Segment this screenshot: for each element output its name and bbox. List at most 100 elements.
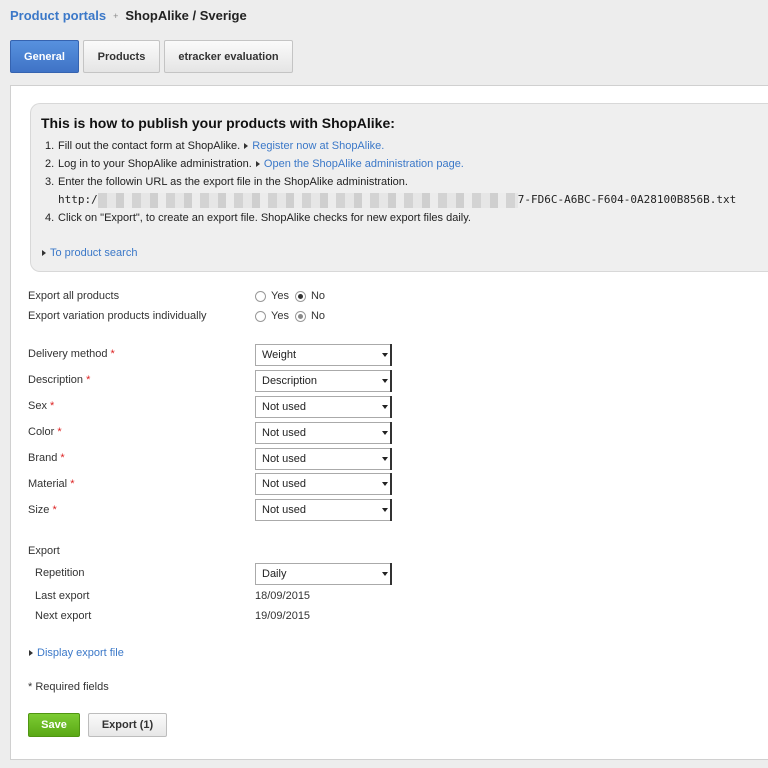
- radio-label: Yes: [271, 290, 289, 302]
- step-number: 2.: [45, 158, 55, 170]
- select-value: Not used: [262, 453, 307, 465]
- save-button[interactable]: Save: [28, 713, 80, 737]
- brand-label: Brand: [28, 452, 58, 464]
- required-mark: *: [86, 374, 91, 386]
- brand-row: Brand *: [28, 452, 65, 464]
- url-redacted: [97, 192, 518, 208]
- export-button[interactable]: Export (1): [88, 713, 167, 737]
- tab-etracker-evaluation[interactable]: etracker evaluation: [164, 40, 293, 73]
- tab-bar: General Products etracker evaluation: [10, 40, 297, 73]
- variation-no[interactable]: No: [294, 310, 326, 322]
- sex-label: Sex: [28, 400, 47, 412]
- select-value: Not used: [262, 478, 307, 490]
- url-suffix: 7-FD6C-A6BC-F604-0A28100B856B.txt: [517, 193, 737, 206]
- step-1: 1. Fill out the contact form at ShopAlike…: [45, 137, 736, 155]
- step-text: Enter the followin URL as the export fil…: [58, 176, 408, 188]
- required-mark: *: [50, 400, 55, 412]
- tab-products[interactable]: Products: [83, 40, 160, 73]
- export-all-yes[interactable]: Yes: [255, 290, 289, 302]
- step-number: 4.: [45, 212, 55, 224]
- size-label: Size: [28, 504, 50, 516]
- radio-icon[interactable]: [255, 290, 266, 302]
- display-export-row: Display export file: [28, 647, 124, 659]
- step-4: 4. Click on "Export", to create an export…: [45, 209, 736, 227]
- export-url: http:/ 7-FD6C-A6BC-F604-0A28100B856B.txt: [45, 191, 736, 209]
- select-value: Not used: [262, 427, 307, 439]
- arrow-right-icon: [244, 142, 249, 149]
- url-prefix: http:/: [58, 193, 98, 206]
- required-note: * Required fields: [28, 681, 109, 693]
- breadcrumb: Product portals + ShopAlike / Sverige: [10, 8, 247, 23]
- size-select[interactable]: Not used: [255, 499, 392, 521]
- delivery-method-row: Delivery method *: [28, 348, 115, 360]
- step-text: Log in to your ShopAlike administration.: [58, 158, 252, 170]
- radio-selected-icon[interactable]: [294, 290, 306, 302]
- chevron-down-icon: [382, 431, 388, 435]
- step-number: 3.: [45, 176, 55, 188]
- radio-label: No: [310, 310, 326, 322]
- variation-yes[interactable]: Yes: [255, 310, 289, 322]
- instructions-steps: 1. Fill out the contact form at ShopAlike…: [45, 137, 736, 227]
- last-export-value: 18/09/2015: [255, 590, 311, 602]
- material-label: Material: [28, 478, 68, 490]
- chevron-down-icon: [382, 508, 388, 512]
- export-heading: Export: [28, 545, 60, 557]
- delivery-method-select[interactable]: Weight: [255, 344, 392, 366]
- step-text: Click on "Export", to create an export f…: [58, 212, 471, 224]
- export-all-no[interactable]: No: [294, 290, 326, 302]
- chevron-down-icon: [382, 379, 388, 383]
- required-mark: *: [52, 504, 57, 516]
- material-row: Material *: [28, 478, 74, 490]
- chevron-down-icon: [382, 405, 388, 409]
- required-mark: *: [60, 452, 65, 464]
- breadcrumb-current: ShopAlike / Sverige: [125, 8, 247, 23]
- required-mark: *: [70, 478, 75, 490]
- next-export-value: 19/09/2015: [255, 610, 311, 622]
- settings-panel: This is how to publish your products wit…: [10, 85, 768, 760]
- chevron-down-icon: [382, 353, 388, 357]
- breadcrumb-product-portals[interactable]: Product portals: [10, 8, 106, 23]
- publish-instructions: This is how to publish your products wit…: [30, 103, 768, 272]
- brand-select[interactable]: Not used: [255, 448, 392, 470]
- radio-icon[interactable]: [255, 310, 266, 322]
- required-mark: *: [57, 426, 62, 438]
- size-row: Size *: [28, 504, 57, 516]
- select-value: Daily: [262, 568, 287, 580]
- description-select[interactable]: Description: [255, 370, 392, 392]
- export-all-row: Export all products Yes No: [28, 290, 331, 302]
- step-2: 2. Log in to your ShopAlike administratio…: [45, 155, 736, 173]
- variation-row: Export variation products individually Y…: [28, 310, 331, 322]
- last-export-label: Last export: [35, 590, 90, 602]
- color-label: Color: [28, 426, 55, 438]
- select-value: Description: [262, 375, 318, 387]
- tab-general[interactable]: General: [10, 40, 79, 73]
- instructions-title: This is how to publish your products wit…: [41, 115, 395, 131]
- breadcrumb-separator: +: [113, 10, 119, 21]
- arrow-right-icon: [42, 249, 46, 256]
- variation-label: Export variation products individually: [28, 310, 207, 322]
- material-select[interactable]: Not used: [255, 473, 392, 495]
- radio-label: Yes: [271, 310, 289, 322]
- chevron-down-icon: [382, 482, 388, 486]
- admin-page-link[interactable]: Open the ShopAlike administration page.: [264, 158, 464, 170]
- color-row: Color *: [28, 426, 62, 438]
- description-row: Description *: [28, 374, 90, 386]
- step-number: 1.: [45, 140, 55, 152]
- product-search-link[interactable]: To product search: [50, 247, 137, 259]
- register-link[interactable]: Register now at ShopAlike.: [252, 140, 384, 152]
- step-3: 3. Enter the followin URL as the export f…: [45, 173, 736, 191]
- radio-selected-icon[interactable]: [294, 310, 306, 322]
- display-export-link[interactable]: Display export file: [37, 647, 124, 659]
- chevron-down-icon: [382, 457, 388, 461]
- arrow-right-icon: [255, 160, 260, 167]
- chevron-down-icon: [382, 572, 388, 576]
- step-text: Fill out the contact form at ShopAlike.: [58, 140, 241, 152]
- radio-label: No: [310, 290, 326, 302]
- next-export-label: Next export: [35, 610, 92, 622]
- color-select[interactable]: Not used: [255, 422, 392, 444]
- delivery-method-label: Delivery method: [28, 348, 108, 360]
- sex-select[interactable]: Not used: [255, 396, 392, 418]
- repetition-select[interactable]: Daily: [255, 563, 392, 585]
- select-value: Weight: [262, 349, 297, 361]
- export-all-label: Export all products: [28, 290, 120, 302]
